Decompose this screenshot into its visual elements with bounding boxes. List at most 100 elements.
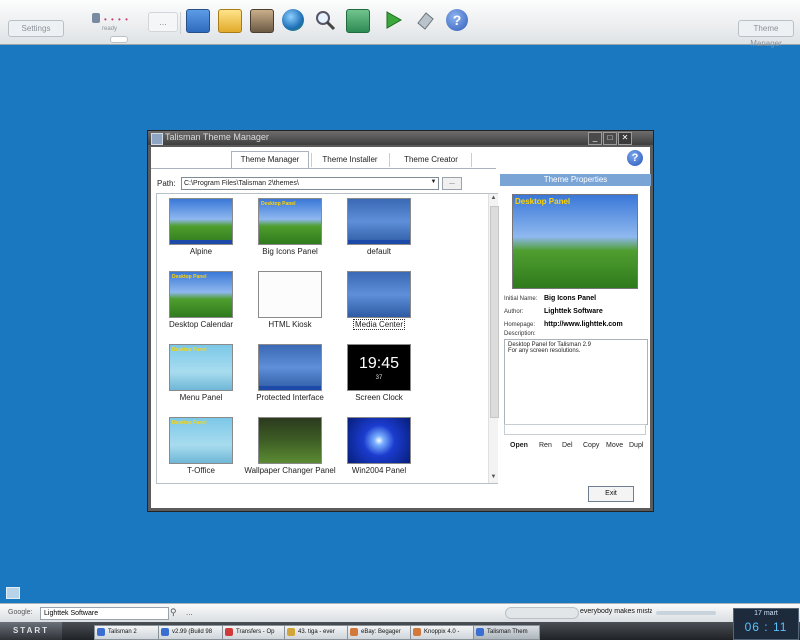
taskbar-button[interactable]: Talisman 2 (94, 625, 159, 640)
eraser-icon[interactable] (414, 9, 436, 31)
rename-button[interactable]: Ren (539, 442, 552, 449)
mini-status: • • • • ready (92, 13, 138, 33)
exit-button[interactable]: Exit (588, 486, 634, 502)
settings-button[interactable]: Settings (8, 20, 64, 37)
theme-thumbnail (347, 198, 411, 245)
description-line: For any screen resolutions. (508, 348, 581, 354)
taskbar-button[interactable]: v2.99 (Build 98 (158, 625, 223, 640)
taskbar-button-active[interactable]: Talisman Them (473, 625, 540, 640)
theme-item-screen-clock[interactable]: 19:45 37 Screen Clock (341, 342, 417, 406)
taskbar-button[interactable]: Knoppix 4.0 - (410, 625, 475, 640)
browse-button[interactable]: ... (442, 177, 462, 190)
theme-item-html-kiosk[interactable]: HTML Kiosk (252, 269, 328, 333)
theme-item-alpine[interactable]: Alpine (163, 196, 239, 260)
path-combobox[interactable]: C:\Program Files\Talisman 2\themes\ (181, 177, 439, 190)
delete-button[interactable]: Del (562, 442, 573, 449)
chevron-down-icon[interactable]: ▼ (429, 178, 438, 187)
theme-label: Desktop Calendar (168, 320, 234, 329)
theme-item-default[interactable]: default (341, 196, 417, 260)
minimize-button[interactable]: _ (588, 132, 602, 145)
theme-item-protected-interface[interactable]: Protected Interface (252, 342, 328, 406)
taskbar-button[interactable]: 43. tiga - ever (284, 625, 349, 640)
google-search-input[interactable]: Lighttek Software (40, 607, 169, 620)
theme-thumbnail: Desktop Panel (258, 198, 322, 245)
move-button[interactable]: Move (606, 442, 623, 449)
toggle-pill[interactable] (110, 36, 128, 43)
open-button[interactable]: Open (510, 442, 528, 449)
properties-header: Theme Properties (500, 174, 651, 186)
search-icon[interactable]: ⚲ (170, 607, 177, 618)
theme-label: Screen Clock (355, 393, 403, 402)
author-row: Author: Lighttek Software (504, 308, 603, 315)
tab-theme-creator[interactable]: Theme Creator (395, 151, 467, 169)
tab-bar: Theme Manager Theme Installer Theme Crea… (151, 147, 650, 169)
tab-divider (389, 153, 390, 167)
scroll-thumb[interactable] (490, 206, 499, 418)
scroll-up-icon[interactable]: ▲ (489, 195, 498, 203)
clock-time: 19:45 (358, 355, 400, 372)
taskbar-button-label: Talisman 2 (108, 629, 137, 635)
tools-icon[interactable] (250, 9, 274, 33)
app-icon (225, 628, 233, 636)
description-box[interactable]: Desktop Panel for Talisman 2.9 For any s… (504, 339, 648, 425)
app-icon (161, 628, 169, 636)
theme-item-menu-panel[interactable]: Desktop Panel Menu Panel (163, 342, 239, 406)
initial-name-row: Initial Name: Big Icons Panel (504, 295, 596, 302)
preview-text: Desktop Panel (515, 197, 571, 206)
search-icon[interactable] (314, 9, 336, 31)
copy-button[interactable]: Copy (583, 442, 599, 449)
theme-item-media-center[interactable]: Media Center (341, 269, 417, 333)
maximize-button[interactable]: □ (603, 132, 617, 145)
theme-item-desktop-calendar[interactable]: Desktop Panel Desktop Calendar (163, 269, 239, 333)
author-value: Lighttek Software (544, 308, 603, 315)
theme-thumbnail: Desktop Panel (169, 271, 233, 318)
taskbar-button[interactable]: eBay: Begager (347, 625, 412, 640)
media-controls[interactable] (505, 607, 579, 619)
help-button[interactable]: ? (627, 150, 643, 166)
theme-properties-panel: Theme Properties Desktop Panel Initial N… (500, 174, 651, 482)
theme-label: Protected Interface (256, 393, 324, 402)
initial-name-label: Initial Name: (504, 296, 538, 302)
desktop-icon[interactable] (186, 9, 210, 33)
clock-seconds: 37 (375, 375, 383, 381)
theme-item-wallpaper-changer-panel[interactable]: Wallpaper Changer Panel (244, 415, 336, 479)
theme-label: Wallpaper Changer Panel (244, 466, 336, 475)
taskbar-button[interactable]: Transfers - Op (222, 625, 287, 640)
theme-item-t-office[interactable]: Desktop Panel T-Office (163, 415, 239, 479)
grid-scrollbar[interactable]: ▲ ▼ (488, 194, 499, 483)
top-toolbar: Settings • • • • ready ... ? Theme Manag… (0, 0, 800, 48)
folder-icon[interactable] (218, 9, 242, 33)
scroll-down-icon[interactable]: ▼ (489, 474, 498, 482)
globe-icon[interactable] (282, 9, 304, 31)
system-clock[interactable]: 17 mart 06 : 11 (733, 608, 799, 640)
theme-item-win2004-panel[interactable]: Win2004 Panel (341, 415, 417, 479)
recycle-bin-icon[interactable] (346, 9, 370, 33)
theme-item-big-icons-panel[interactable]: Desktop Panel Big Icons Panel (252, 196, 328, 260)
volume-slider[interactable] (656, 611, 716, 615)
start-button[interactable]: START (0, 622, 62, 640)
homepage-label: Homepage: (504, 322, 536, 328)
desktop-shortcut-icon[interactable] (6, 587, 20, 599)
duplicate-button[interactable]: Dupl (629, 442, 643, 449)
clock-time: 06 : 11 (744, 620, 788, 634)
homepage-link[interactable]: http://www.lighttek.com (544, 321, 623, 328)
path-label: Path: (157, 179, 176, 188)
tab-theme-installer[interactable]: Theme Installer (315, 151, 385, 169)
app-icon (151, 133, 163, 145)
play-icon[interactable] (382, 9, 404, 31)
taskbar-button-label: Knoppix 4.0 - (424, 629, 460, 635)
clock-date: 17 mart (754, 610, 778, 617)
help-icon[interactable]: ? (446, 9, 468, 31)
tab-theme-manager[interactable]: Theme Manager (231, 151, 309, 169)
theme-label: Menu Panel (179, 393, 223, 402)
app-icon (413, 628, 421, 636)
theme-manager-button[interactable]: Theme Manager (738, 20, 794, 48)
theme-label: Win2004 Panel (351, 466, 407, 475)
thumb-taskbar (170, 240, 232, 244)
title-bar[interactable]: Talisman Theme Manager _ □ ✕ (148, 131, 653, 145)
window-title: Talisman Theme Manager (165, 132, 269, 142)
close-button[interactable]: ✕ (618, 132, 632, 145)
media-ticker: everybody makes mistake (580, 608, 652, 615)
more-button[interactable]: ... (148, 12, 178, 32)
google-more-button[interactable]: ... (186, 608, 193, 617)
